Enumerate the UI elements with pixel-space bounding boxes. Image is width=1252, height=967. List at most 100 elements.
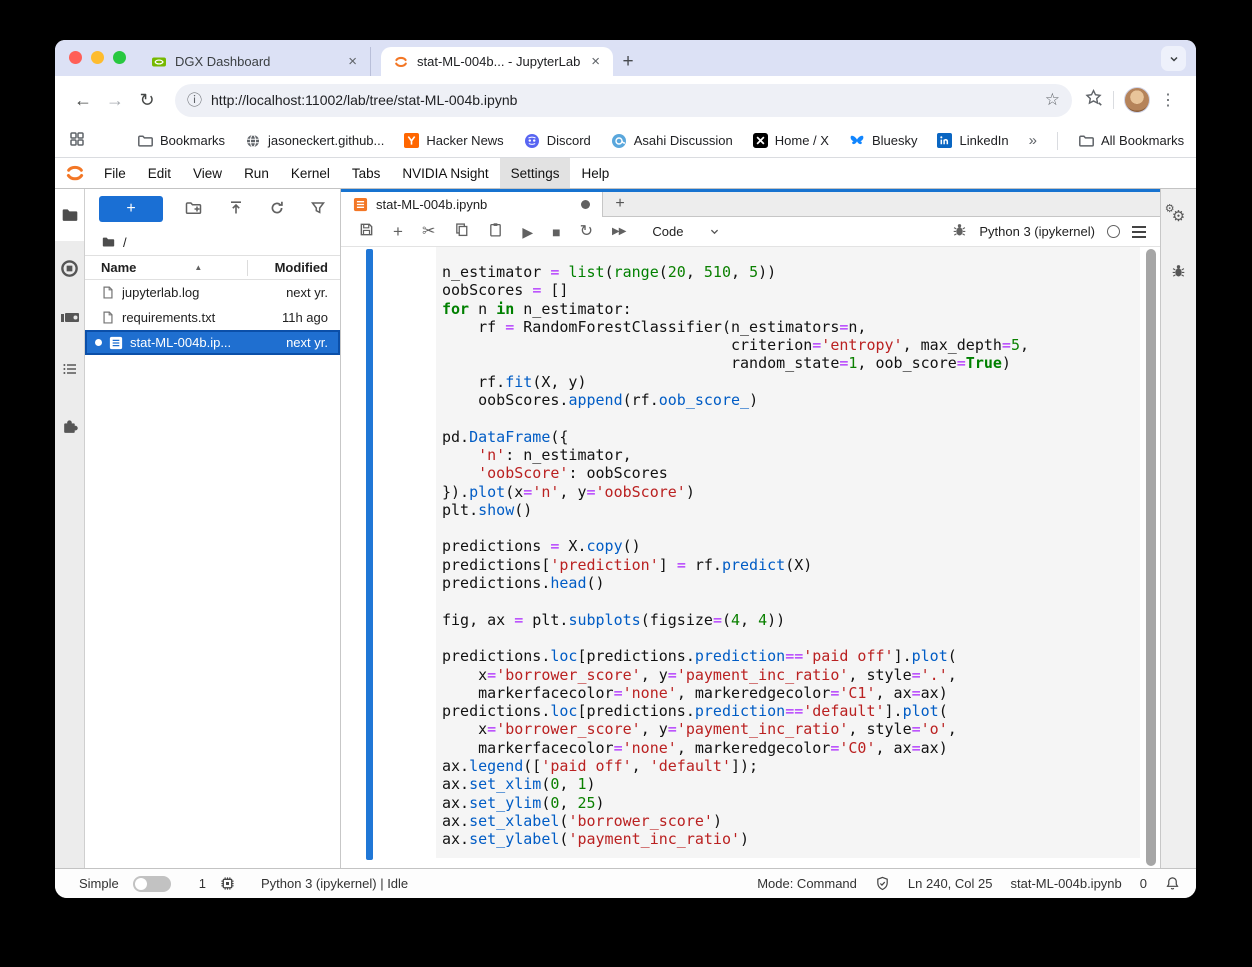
menu-edit[interactable]: Edit: [137, 158, 182, 188]
code-line[interactable]: [442, 519, 1140, 537]
interrupt-kernel-button[interactable]: ■: [552, 225, 560, 239]
run-cell-button[interactable]: ▶: [522, 225, 533, 239]
upload-button[interactable]: [228, 200, 244, 219]
bookmark-x[interactable]: Home / X: [753, 133, 829, 148]
cursor-position[interactable]: Ln 240, Col 25: [908, 876, 993, 891]
column-modified[interactable]: Modified: [248, 260, 340, 275]
code-line[interactable]: for n in n_estimator:: [442, 300, 1140, 318]
bookmark-asahi[interactable]: Asahi Discussion: [611, 133, 733, 149]
bookmark-hacker-news[interactable]: Hacker News: [404, 133, 503, 148]
tab-search-button[interactable]: [1161, 46, 1186, 71]
bookmark-bookmarks-folder[interactable]: Bookmarks: [137, 133, 225, 149]
code-line[interactable]: 'oobScore': oobScores: [442, 464, 1140, 482]
menu-tabs[interactable]: Tabs: [341, 158, 392, 188]
new-folder-button[interactable]: [185, 200, 203, 219]
notebook-scrollbar[interactable]: [1146, 249, 1156, 866]
sidebar-tab-extensions[interactable]: [55, 417, 84, 435]
reload-button[interactable]: ↻: [133, 86, 161, 114]
code-line[interactable]: [442, 409, 1140, 427]
cell-type-dropdown[interactable]: Code: [652, 224, 720, 239]
code-area[interactable]: n_estimator = list(range(20, 510, 5))oob…: [436, 247, 1140, 849]
add-cell-button[interactable]: +: [393, 223, 403, 240]
code-line[interactable]: x='borrower_score', y='payment_inc_ratio…: [442, 666, 1140, 684]
browser-menu-icon[interactable]: ⋮: [1154, 90, 1182, 110]
code-line[interactable]: pd.DataFrame({: [442, 428, 1140, 446]
code-line[interactable]: predictions = X.copy(): [442, 537, 1140, 555]
menu-help[interactable]: Help: [570, 158, 620, 188]
sidebar-tab-running[interactable]: [55, 259, 84, 278]
column-name[interactable]: Name: [101, 260, 136, 275]
code-line[interactable]: oobScores = []: [442, 281, 1140, 299]
cut-cells-button[interactable]: ✂: [422, 224, 435, 240]
copy-cells-button[interactable]: [454, 222, 469, 242]
kernel-count[interactable]: 1: [199, 876, 206, 891]
browser-tab-jupyterlab[interactable]: stat-ML-004b... - JupyterLab ×: [381, 47, 613, 76]
breadcrumb[interactable]: /: [85, 229, 340, 255]
refresh-button[interactable]: [269, 200, 285, 219]
file-row[interactable]: stat-ML-004b.ip...next yr.: [85, 330, 340, 355]
bookmark-github[interactable]: jasoneckert.github...: [245, 133, 384, 149]
sidebar-tab-toc[interactable]: [55, 361, 84, 377]
code-line[interactable]: plt.show(): [442, 501, 1140, 519]
notification-count[interactable]: 0: [1140, 876, 1147, 891]
code-line[interactable]: random_state=1, oob_score=True): [442, 354, 1140, 372]
notebook-content[interactable]: n_estimator = list(range(20, 510, 5))oob…: [341, 247, 1160, 868]
bell-icon[interactable]: [1165, 876, 1180, 891]
code-line[interactable]: markerfacecolor='none', markeredgecolor=…: [442, 684, 1140, 702]
code-line[interactable]: x='borrower_score', y='payment_inc_ratio…: [442, 720, 1140, 738]
bookmark-star-icon[interactable]: ☆: [1045, 90, 1060, 110]
restart-run-all-button[interactable]: ▶▶: [612, 227, 625, 237]
code-line[interactable]: markerfacecolor='none', markeredgecolor=…: [442, 739, 1140, 757]
code-line[interactable]: }).plot(x='n', y='oobScore'): [442, 483, 1140, 501]
add-tab-button[interactable]: +: [603, 192, 637, 216]
tab-close-icon[interactable]: ×: [588, 53, 603, 70]
breadcrumb-root[interactable]: /: [123, 235, 127, 250]
macos-close-button[interactable]: [69, 51, 82, 64]
code-line[interactable]: criterion='entropy', max_depth=5,: [442, 336, 1140, 354]
command-mode-indicator[interactable]: Mode: Command: [757, 876, 857, 891]
simple-mode-toggle[interactable]: [133, 876, 171, 892]
code-line[interactable]: predictions.loc[predictions.prediction==…: [442, 702, 1140, 720]
sidebar-tab-gpu-dashboard[interactable]: [55, 311, 84, 325]
code-line[interactable]: predictions.head(): [442, 574, 1140, 592]
code-line[interactable]: ax.set_ylabel('payment_inc_ratio'): [442, 830, 1140, 848]
forward-button[interactable]: →: [101, 86, 129, 114]
macos-minimize-button[interactable]: [91, 51, 104, 64]
new-tab-button[interactable]: +: [613, 47, 643, 76]
bookmark-discord[interactable]: Discord: [524, 133, 591, 149]
tab-close-icon[interactable]: ×: [345, 53, 360, 70]
code-line[interactable]: predictions.loc[predictions.prediction==…: [442, 647, 1140, 665]
code-line[interactable]: ax.legend(['paid off', 'default']);: [442, 757, 1140, 775]
statusbar-filename[interactable]: stat-ML-004b.ipynb: [1010, 876, 1121, 891]
kernel-status-indicator[interactable]: [1107, 225, 1120, 238]
code-line[interactable]: rf.fit(X, y): [442, 373, 1140, 391]
kernel-name-button[interactable]: Python 3 (ipykernel): [979, 224, 1095, 239]
sidebar-tab-property-inspector[interactable]: ⚙⚙: [1161, 209, 1196, 224]
menu-file[interactable]: File: [93, 158, 137, 188]
site-info-icon[interactable]: ⓘ: [187, 93, 202, 108]
back-button[interactable]: ←: [69, 86, 97, 114]
code-cell-editor[interactable]: n_estimator = list(range(20, 510, 5))oob…: [436, 247, 1140, 858]
code-line[interactable]: 'n': n_estimator,: [442, 446, 1140, 464]
notebook-tab[interactable]: stat-ML-004b.ipynb: [341, 192, 603, 217]
bookmarks-overflow-icon[interactable]: »: [1029, 132, 1037, 149]
menu-settings[interactable]: Settings: [500, 158, 571, 188]
paste-cells-button[interactable]: [488, 222, 503, 242]
menu-nvidia-nsight[interactable]: NVIDIA Nsight: [391, 158, 499, 188]
code-line[interactable]: [442, 629, 1140, 647]
file-row[interactable]: jupyterlab.lognext yr.: [85, 280, 340, 305]
code-line[interactable]: oobScores.append(rf.oob_score_): [442, 391, 1140, 409]
new-launcher-button[interactable]: +: [99, 196, 163, 222]
kernel-state-text[interactable]: Python 3 (ipykernel) | Idle: [261, 876, 408, 891]
code-line[interactable]: fig, ax = plt.subplots(figsize=(4, 4)): [442, 611, 1140, 629]
sidebar-tab-debugger[interactable]: [1161, 263, 1196, 278]
apps-grid-icon[interactable]: [69, 131, 85, 150]
restart-kernel-button[interactable]: ↻: [580, 224, 593, 240]
browser-tab-dgx[interactable]: DGX Dashboard ×: [139, 47, 371, 76]
sidebar-tab-filebrowser[interactable]: [55, 189, 84, 241]
address-bar[interactable]: ⓘ http://localhost:11002/lab/tree/stat-M…: [175, 84, 1072, 117]
trust-shield-icon[interactable]: [875, 876, 890, 891]
profile-avatar[interactable]: [1124, 87, 1150, 113]
macos-zoom-button[interactable]: [113, 51, 126, 64]
code-line[interactable]: n_estimator = list(range(20, 510, 5)): [442, 263, 1140, 281]
